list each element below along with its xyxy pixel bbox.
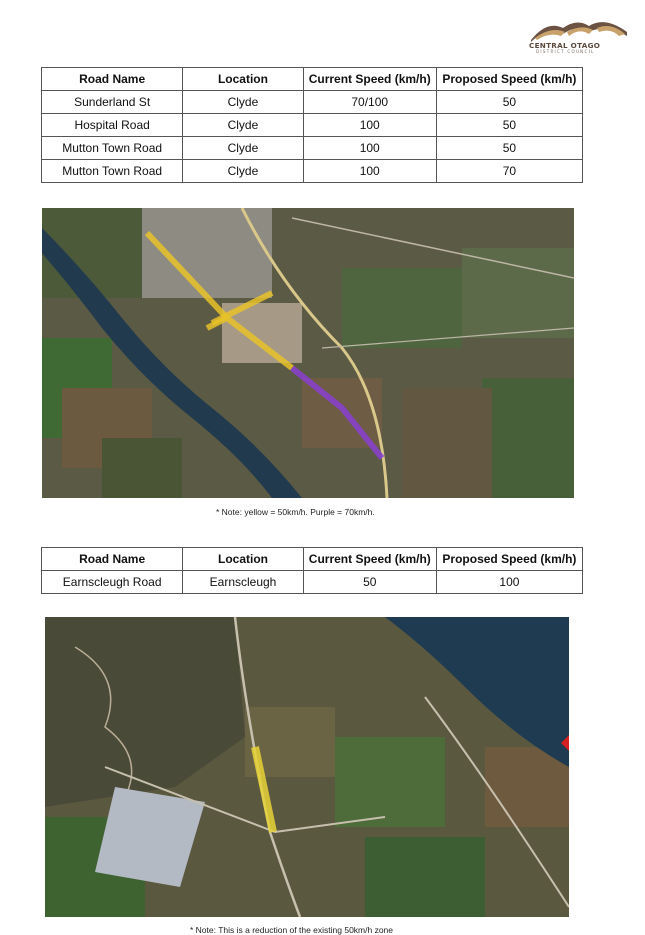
speed-table-clyde: Road Name Location Current Speed (km/h) … xyxy=(40,67,584,183)
cell-road-name: Earnscleugh Road xyxy=(40,570,184,594)
header-road-name: Road Name xyxy=(40,547,184,571)
cell-road-name: Hospital Road xyxy=(40,113,184,137)
header-proposed-speed: Proposed Speed (km/h) xyxy=(435,547,584,571)
header-proposed-speed: Proposed Speed (km/h) xyxy=(435,67,584,91)
cell-location: Earnscleugh xyxy=(182,570,304,594)
header-current-speed: Current Speed (km/h) xyxy=(302,547,437,571)
aerial-map-clyde xyxy=(42,208,574,498)
cell-location: Clyde xyxy=(182,159,304,183)
cell-proposed-speed: 70 xyxy=(435,159,584,183)
header-location: Location xyxy=(182,67,304,91)
cell-current-speed: 100 xyxy=(302,113,437,137)
aerial-map-earnscleugh xyxy=(45,617,569,917)
cell-current-speed: 50 xyxy=(302,570,437,594)
cell-current-speed: 100 xyxy=(302,159,437,183)
cell-road-name: Mutton Town Road xyxy=(40,159,184,183)
cell-proposed-speed: 50 xyxy=(435,136,584,160)
cell-location: Clyde xyxy=(182,90,304,114)
table-row: Sunderland St Clyde 70/100 50 xyxy=(40,90,584,114)
cell-proposed-speed: 50 xyxy=(435,113,584,137)
cell-proposed-speed: 50 xyxy=(435,90,584,114)
speed-table-earnscleugh: Road Name Location Current Speed (km/h) … xyxy=(40,547,584,594)
cell-location: Clyde xyxy=(182,113,304,137)
table-row: Hospital Road Clyde 100 50 xyxy=(40,113,584,137)
header-location: Location xyxy=(182,547,304,571)
table-row: Earnscleugh Road Earnscleugh 50 100 xyxy=(40,570,584,594)
cell-location: Clyde xyxy=(182,136,304,160)
logo-subtitle: DISTRICT COUNCIL xyxy=(536,49,595,54)
header-road-name: Road Name xyxy=(40,67,184,91)
cell-current-speed: 100 xyxy=(302,136,437,160)
table-row: Mutton Town Road Clyde 100 70 xyxy=(40,159,584,183)
header-current-speed: Current Speed (km/h) xyxy=(302,67,437,91)
table-header-row: Road Name Location Current Speed (km/h) … xyxy=(40,547,584,571)
cell-road-name: Sunderland St xyxy=(40,90,184,114)
table-header-row: Road Name Location Current Speed (km/h) … xyxy=(40,67,584,91)
cell-current-speed: 70/100 xyxy=(302,90,437,114)
cell-road-name: Mutton Town Road xyxy=(40,136,184,160)
map-note-speed-legend: * Note: yellow = 50km/h. Purple = 70km/h… xyxy=(216,507,375,517)
table-row: Mutton Town Road Clyde 100 50 xyxy=(40,136,584,160)
cell-proposed-speed: 100 xyxy=(435,570,584,594)
